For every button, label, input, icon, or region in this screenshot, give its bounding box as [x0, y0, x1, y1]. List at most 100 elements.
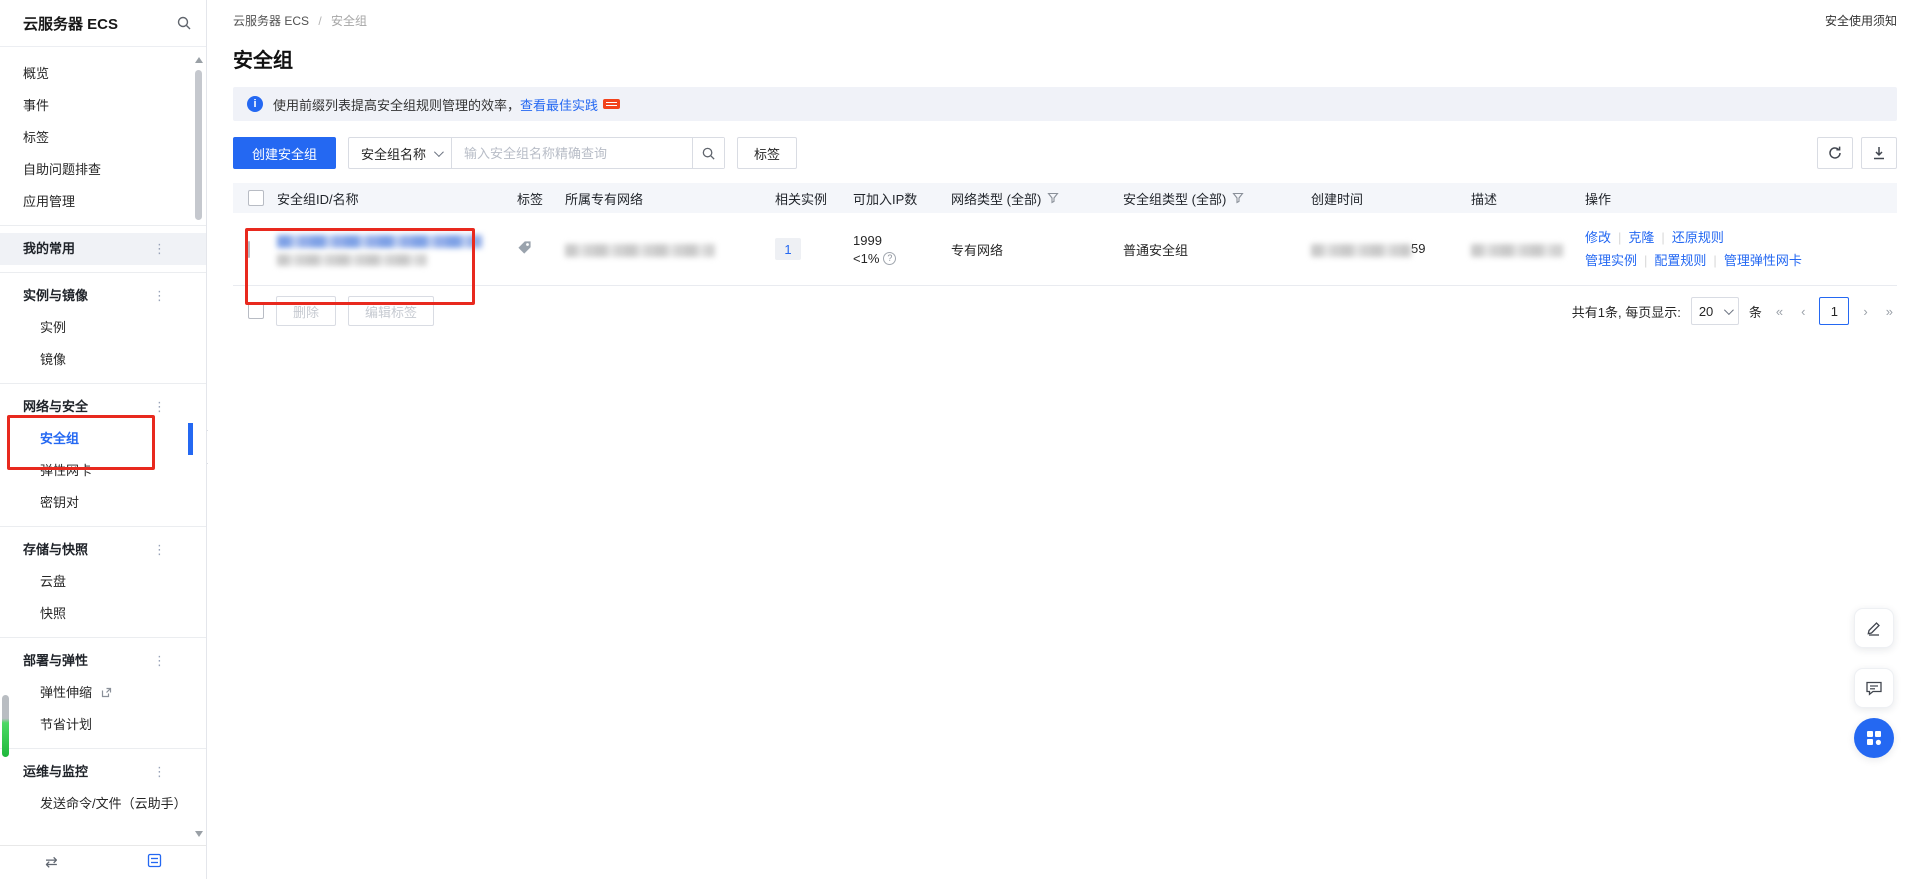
widget-launcher-button[interactable] [1854, 718, 1894, 758]
security-groups-label: 安全组 [40, 431, 79, 446]
sg-id-name-cell[interactable] [277, 232, 517, 265]
created-time-suffix: 59 [1411, 241, 1425, 256]
sidebar-item-tags[interactable]: 标签 [0, 122, 206, 154]
last-page-button[interactable]: » [1882, 304, 1897, 319]
sidebar-item-app-management[interactable]: 应用管理 [0, 186, 206, 218]
sidebar-item-images[interactable]: 镜像 [0, 344, 206, 376]
sidebar-item-eni[interactable]: 弹性网卡 [0, 455, 206, 487]
search-icon[interactable] [176, 15, 192, 31]
security-groups-table: 安全组ID/名称 标签 所属专有网络 相关实例 可加入IP数 网络类型 (全部)… [233, 183, 1897, 286]
sidebar-item-overview[interactable]: 概览 [0, 58, 206, 90]
col-sg-type[interactable]: 安全组类型 (全部) [1123, 189, 1311, 208]
sidebar-item-self-diagnosis[interactable]: 自助问题排查 [0, 154, 206, 186]
sidebar-scrollbar[interactable] [193, 55, 204, 845]
row-sg-type: 普通安全组 [1123, 240, 1311, 259]
redacted-sg-id[interactable] [277, 235, 482, 248]
filter-field-label: 安全组名称 [361, 144, 426, 163]
next-page-button[interactable]: › [1859, 304, 1871, 319]
action-restore-rules[interactable]: 还原规则 [1672, 230, 1724, 245]
more-options-icon[interactable]: ⋮ [153, 645, 166, 677]
tags-filter-button[interactable]: 标签 [737, 137, 797, 169]
chat-bubble-icon [1865, 679, 1883, 697]
filter-field-dropdown[interactable]: 安全组名称 [349, 138, 452, 168]
breadcrumb-root[interactable]: 云服务器 ECS [233, 14, 309, 28]
scroll-up-icon[interactable] [195, 57, 203, 63]
footer-select-all-checkbox[interactable] [248, 303, 264, 319]
ecs-console-page: 云服务器 ECS 概览 事件 标签 自助问题排查 应用管理 我的常用 ⋮ 实例与… [0, 0, 1913, 879]
more-options-icon[interactable]: ⋮ [153, 391, 166, 423]
current-page: 1 [1819, 297, 1849, 325]
delete-button[interactable]: 删除 [276, 296, 336, 326]
sidebar-item-events[interactable]: 事件 [0, 90, 206, 122]
row-actions: 修改|克隆|还原规则 管理实例|配置规则|管理弹性网卡 [1585, 226, 1897, 272]
page-size-select[interactable]: 20 [1691, 297, 1739, 325]
security-notice-link[interactable]: 安全使用须知 [1825, 12, 1897, 29]
row-description [1471, 241, 1585, 256]
refresh-button[interactable] [1817, 137, 1853, 169]
new-badge-icon [603, 99, 620, 109]
row-tag-cell[interactable] [517, 240, 565, 258]
action-modify[interactable]: 修改 [1585, 230, 1611, 245]
redacted-sg-name [277, 254, 427, 266]
scroll-down-icon[interactable] [195, 831, 203, 837]
docs-panel-icon[interactable] [103, 853, 206, 873]
col-id-name[interactable]: 安全组ID/名称 [277, 189, 517, 208]
sidebar-section-favorites[interactable]: 我的常用 ⋮ [0, 233, 206, 265]
sidebar-item-disks[interactable]: 云盘 [0, 566, 206, 598]
sidebar-item-auto-scaling[interactable]: 弹性伸缩 [0, 677, 206, 709]
sidebar: 云服务器 ECS 概览 事件 标签 自助问题排查 应用管理 我的常用 ⋮ 实例与… [0, 0, 207, 879]
best-practice-link[interactable]: 查看最佳实践 [520, 95, 598, 114]
feedback-pencil-button[interactable] [1854, 608, 1894, 648]
section-label: 网络与安全 [23, 399, 88, 414]
sidebar-item-security-groups[interactable]: 安全组 [0, 423, 206, 455]
search-button[interactable] [692, 138, 724, 168]
search-input[interactable] [452, 138, 692, 168]
col-ip-count: 可加入IP数 [853, 189, 951, 208]
col-vpc: 所属专有网络 [565, 189, 775, 208]
download-button[interactable] [1861, 137, 1897, 169]
download-icon [1871, 145, 1887, 161]
prev-page-button[interactable]: ‹ [1797, 304, 1809, 319]
filter-funnel-icon[interactable] [1047, 192, 1059, 204]
sidebar-item-snapshots[interactable]: 快照 [0, 598, 206, 630]
table-header-row: 安全组ID/名称 标签 所属专有网络 相关实例 可加入IP数 网络类型 (全部)… [233, 183, 1897, 213]
divider [0, 272, 206, 273]
action-manage-instances[interactable]: 管理实例 [1585, 253, 1637, 268]
select-all-checkbox[interactable] [248, 190, 264, 206]
sidebar-item-instances[interactable]: 实例 [0, 312, 206, 344]
filter-funnel-icon[interactable] [1232, 192, 1244, 204]
edit-tags-button[interactable]: 编辑标签 [348, 296, 434, 326]
divider [0, 748, 206, 749]
related-instances-count[interactable]: 1 [775, 238, 801, 260]
action-configure-rules[interactable]: 配置规则 [1654, 253, 1706, 268]
row-vpc-cell[interactable] [565, 241, 775, 256]
first-page-button[interactable]: « [1772, 304, 1787, 319]
more-options-icon[interactable]: ⋮ [153, 233, 166, 265]
tag-icon[interactable] [517, 240, 532, 255]
pagination: 共有1条, 每页显示: 20 条 « ‹ 1 › » [1572, 297, 1897, 325]
help-question-icon[interactable]: ? [883, 252, 896, 265]
table-footer: 删除 编辑标签 共有1条, 每页显示: 20 条 « ‹ 1 › » [233, 296, 1897, 326]
external-link-icon [101, 687, 112, 698]
sidebar-item-keypairs[interactable]: 密钥对 [0, 487, 206, 519]
breadcrumb-separator: / [318, 14, 321, 28]
more-options-icon[interactable]: ⋮ [153, 280, 166, 312]
redacted-created-time [1311, 244, 1411, 257]
support-chat-button[interactable] [1854, 668, 1894, 708]
sidebar-section-network-security: 网络与安全 ⋮ [0, 391, 206, 423]
sidebar-section-storage-snapshots: 存储与快照 ⋮ [0, 534, 206, 566]
action-clone[interactable]: 克隆 [1628, 230, 1654, 245]
row-checkbox[interactable] [248, 241, 250, 258]
col-network-type[interactable]: 网络类型 (全部) [951, 189, 1123, 208]
scrollbar-thumb[interactable] [195, 70, 202, 220]
collapse-sidebar-icon[interactable]: ⇄ [0, 853, 103, 872]
create-security-group-button[interactable]: 创建安全组 [233, 137, 336, 169]
more-options-icon[interactable]: ⋮ [153, 756, 166, 788]
action-manage-eni[interactable]: 管理弹性网卡 [1724, 253, 1802, 268]
more-options-icon[interactable]: ⋮ [153, 534, 166, 566]
sidebar-item-cloud-assistant[interactable]: 发送命令/文件（云助手） [0, 788, 206, 820]
sidebar-item-savings-plans[interactable]: 节省计划 [0, 709, 206, 741]
favorites-label: 我的常用 [23, 241, 75, 256]
sidebar-footer: ⇄ [0, 845, 206, 879]
info-icon: i [247, 96, 263, 112]
